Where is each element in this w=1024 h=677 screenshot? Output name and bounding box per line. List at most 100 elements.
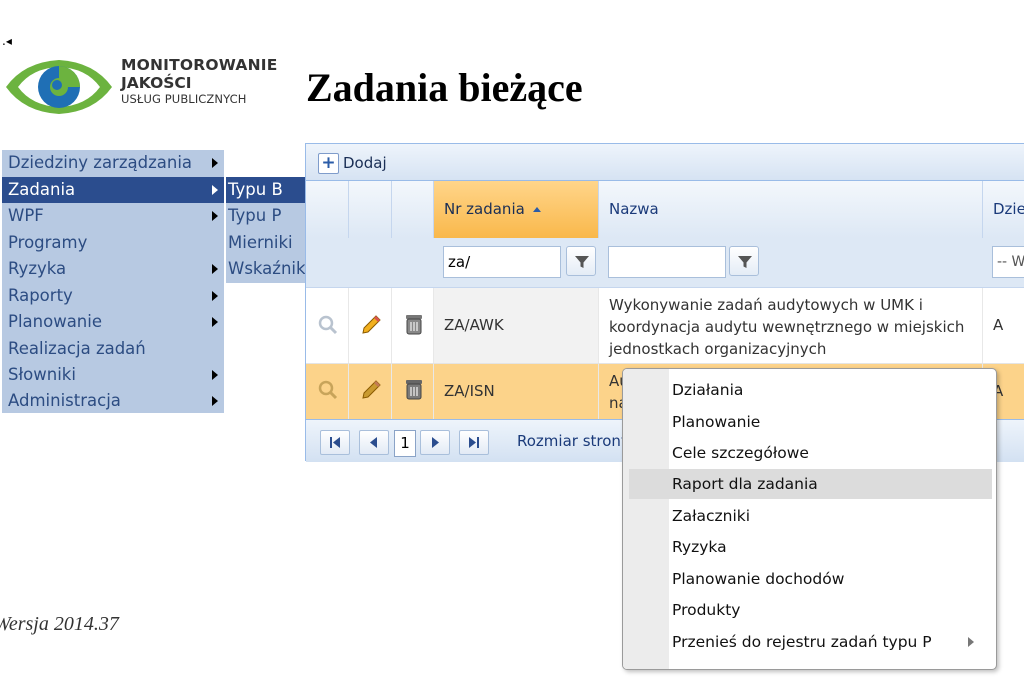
first-page-icon [330,437,340,448]
page-size-label: Rozmiar strony [517,432,630,450]
context-item-przenies-label: Przenieś do rejestru zadań typu P [672,633,932,651]
header-dziedzina-label: Dzie [993,200,1024,218]
pencil-icon [362,380,381,399]
chevron-right-icon [212,211,218,221]
chevron-right-icon [968,637,974,647]
filter-nr-input[interactable]: za/ [443,246,561,278]
filter-nr-button[interactable] [566,246,596,276]
page-title: Zadania bieżące [306,65,583,110]
menu-item-label: Planowanie [8,312,102,331]
sort-ascending-icon [532,207,541,212]
back-arrow-icon[interactable]: .◂ [2,34,12,48]
page-number[interactable]: 1 [394,430,416,457]
menu-item-ryzyka[interactable]: Ryzyka [2,256,224,282]
header-dziedzina[interactable]: Dzie [983,181,1024,238]
add-button-label: Dodaj [343,154,387,172]
context-item-dzialania[interactable]: Działania [629,375,992,405]
dziedzina-cell: A [983,288,1024,363]
table-row[interactable]: ZA/AWK Wykonywanie zadań audytowych w UM… [306,288,1024,364]
nazwa-line: jednostkach organizacyjnych [609,340,827,358]
plus-icon: + [318,152,339,174]
filter-row: za/ -- W [306,238,1024,288]
delete-cell[interactable] [392,364,434,419]
add-button[interactable]: + Dodaj [318,152,387,174]
context-item-produkty[interactable]: Produkty [629,595,992,625]
view-cell[interactable] [306,364,349,419]
prev-page-button[interactable] [359,430,389,455]
view-cell[interactable] [306,288,349,363]
menu-item-programy[interactable]: Programy [2,230,224,256]
context-item-ryzyka[interactable]: Ryzyka [629,532,992,562]
next-page-icon [432,437,439,448]
context-item-przenies[interactable]: Przenieś do rejestru zadań typu P [629,627,992,657]
edit-cell[interactable] [349,288,392,363]
context-item-zalaczniki[interactable]: Załaczniki [629,501,992,531]
funnel-icon [738,256,752,268]
magnifier-icon [318,315,338,335]
eye-logo-icon [6,60,112,114]
nr-cell: ZA/AWK [434,288,599,363]
filter-dziedzina-select[interactable]: -- W [992,246,1024,278]
menu-item-label: Administracja [8,391,121,410]
header-nazwa-label: Nazwa [609,200,659,218]
header-nr-zadania[interactable]: Nr zadania [434,181,599,238]
filter-nazwa-button[interactable] [729,246,759,276]
next-page-button[interactable] [420,430,450,455]
menu-item-label: Zadania [8,180,76,199]
header-view-col [306,181,349,238]
header-nr-label: Nr zadania [444,200,525,218]
menu-item-slowniki[interactable]: Słowniki [2,362,224,388]
edit-cell[interactable] [349,364,392,419]
menu-item-wpf[interactable]: WPF [2,203,224,229]
menu-item-label: Realizacja zadań [8,339,146,358]
first-page-button[interactable] [320,430,350,455]
version-label: Wersja 2014.37 [0,613,119,635]
pencil-icon [362,315,381,334]
menu-item-realizacja[interactable]: Realizacja zadań [2,336,224,362]
funnel-icon [575,256,589,268]
menu-item-raporty[interactable]: Raporty [2,283,224,309]
context-item-planowanie[interactable]: Planowanie [629,407,992,437]
menu-item-label: WPF [8,206,44,225]
logo: MONITOROWANIE JAKOŚCI USŁUG PUBLICZNYCH [4,56,300,118]
header-nazwa[interactable]: Nazwa [599,181,983,238]
chevron-right-icon [212,185,218,195]
menu-item-label: Ryzyka [8,259,67,278]
dziedzina-value: A [993,316,1004,334]
chevron-right-icon [212,317,218,327]
nazwa-cell: Wykonywanie zadań audytowych w UMK i koo… [599,288,983,363]
chevron-right-icon [212,264,218,274]
grid-toolbar: + Dodaj [306,144,1024,181]
menu-item-label: Dziedziny zarządzania [8,153,193,172]
logo-line2: JAKOŚCI [121,74,192,92]
menu-item-administracja[interactable]: Administracja [2,388,224,414]
menu-item-dziedziny[interactable]: Dziedziny zarządzania [2,150,224,176]
nr-value: ZA/AWK [444,316,504,334]
menu-item-planowanie[interactable]: Planowanie [2,309,224,335]
context-item-raport[interactable]: Raport dla zadania [629,469,992,499]
context-menu: Działania Planowanie Cele szczegółowe Ra… [622,368,997,670]
nr-cell: ZA/ISN [434,364,599,419]
magnifier-icon [318,380,338,400]
last-page-icon [469,437,479,448]
filter-nazwa-input[interactable] [608,246,726,278]
nr-value: ZA/ISN [444,382,495,400]
trash-icon [406,315,422,335]
chevron-right-icon [212,370,218,380]
menu-item-zadania[interactable]: Zadania [2,177,224,203]
nazwa-line: koordynacja audytu wewnętrznego w miejsk… [609,318,965,336]
logo-line3: USŁUG PUBLICZNYCH [121,92,247,106]
menu-item-label: Słowniki [8,365,76,384]
context-item-planowanie-dochodow[interactable]: Planowanie dochodów [629,564,992,594]
nazwa-line: Wykonywanie zadań audytowych w UMK i [609,296,923,314]
chevron-right-icon [212,291,218,301]
last-page-button[interactable] [459,430,489,455]
menu-item-label: Raporty [8,286,73,305]
menu-item-label: Programy [8,233,88,252]
context-item-cele[interactable]: Cele szczegółowe [629,438,992,468]
header-delete-col [392,181,434,238]
chevron-right-icon [212,158,218,168]
chevron-right-icon [212,396,218,406]
delete-cell[interactable] [392,288,434,363]
main-menu: Dziedziny zarządzania Zadania WPF Progra… [2,150,224,413]
